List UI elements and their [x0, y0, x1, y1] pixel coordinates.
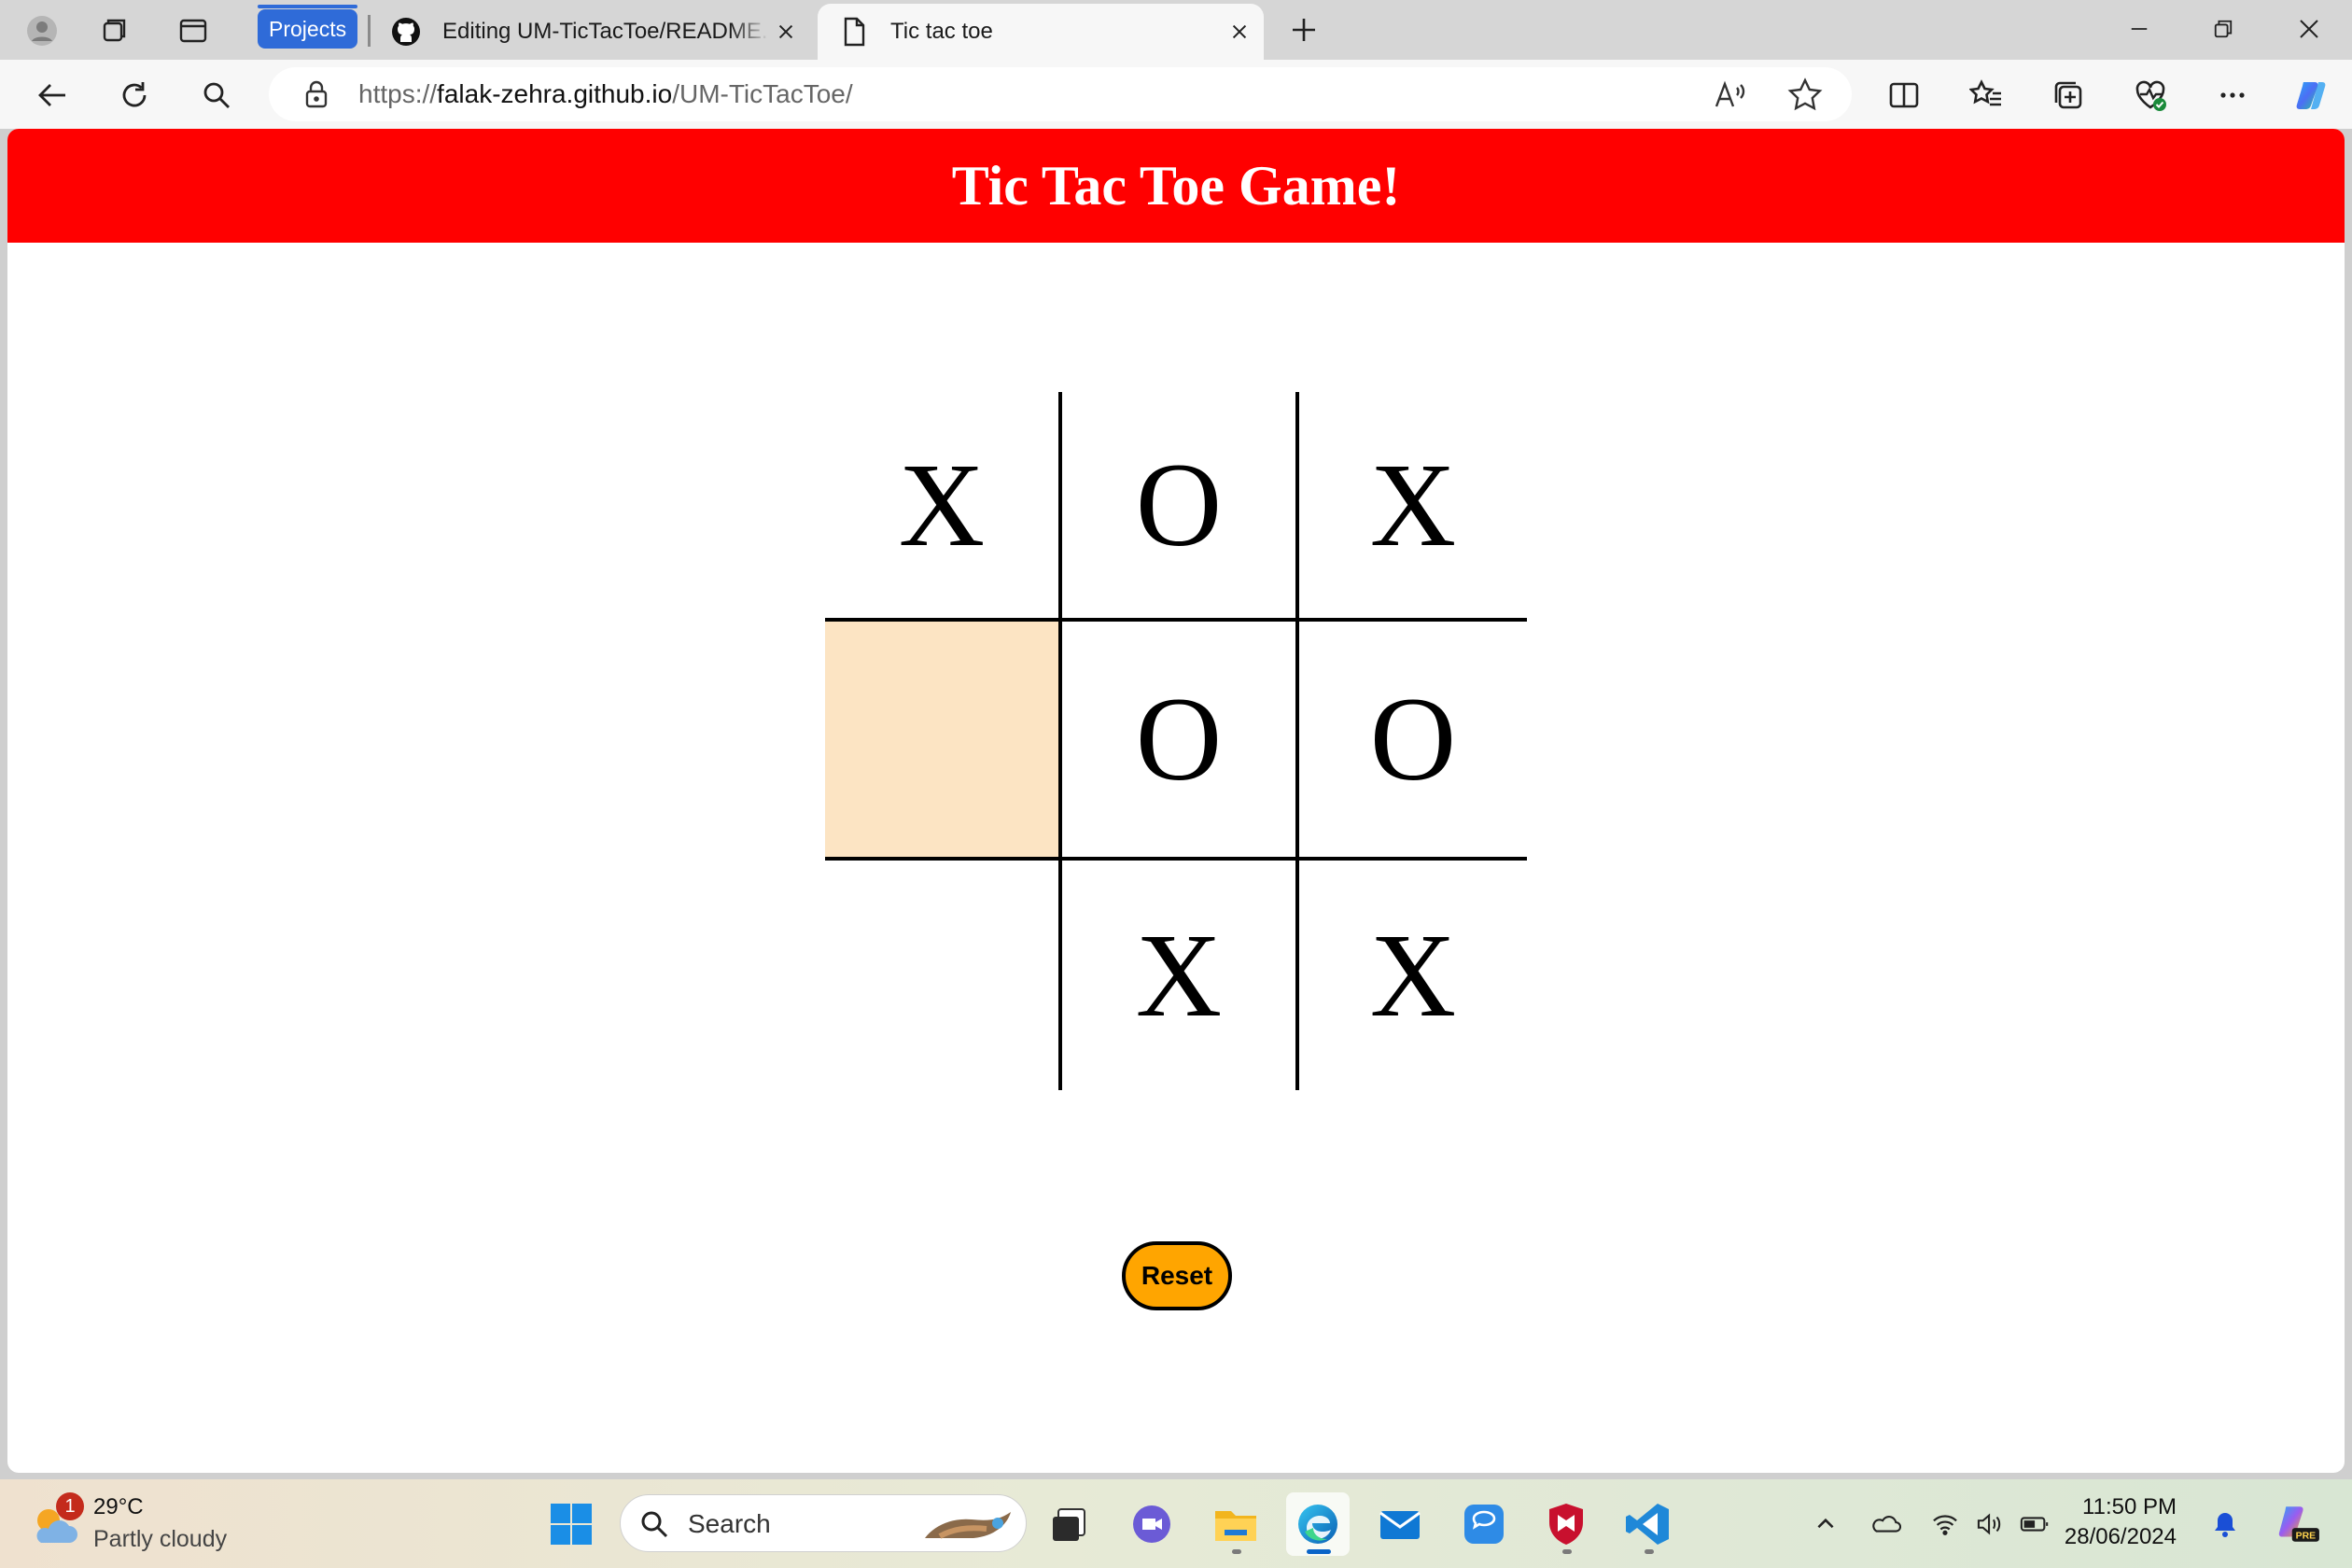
refresh-icon[interactable]: [112, 73, 157, 118]
new-tab-button[interactable]: [1282, 11, 1325, 49]
clock-time: 11:50 PM: [2082, 1494, 2177, 1519]
grid-line: [825, 618, 1527, 622]
grid-line: [1058, 392, 1062, 1090]
browser-essentials-icon[interactable]: [2128, 73, 2173, 118]
profile-icon[interactable]: [21, 9, 63, 52]
running-indicator: [1232, 1549, 1241, 1554]
github-icon: [390, 16, 422, 48]
weather-condition: Partly cloudy: [93, 1526, 228, 1552]
address-bar[interactable]: https://falak-zehra.github.io/UM-TicTacT…: [269, 67, 1852, 121]
url-text[interactable]: https://falak-zehra.github.io/UM-TicTacT…: [358, 67, 853, 121]
read-aloud-icon[interactable]: [1712, 77, 1749, 114]
running-indicator: [1562, 1549, 1572, 1554]
edge-icon[interactable]: [1286, 1492, 1350, 1556]
vertical-tabs-icon[interactable]: [172, 9, 215, 52]
weather-badge: 1: [56, 1492, 84, 1520]
page-icon: [838, 16, 870, 48]
back-icon[interactable]: [30, 73, 75, 118]
task-view-icon[interactable]: [1038, 1492, 1101, 1556]
taskbar: 1 29°C Partly cloudy Search 11:50 PM 28/…: [0, 1478, 2352, 1568]
board-cell-7[interactable]: [825, 861, 1058, 1090]
url-host: falak-zehra.github.io: [437, 79, 673, 108]
page-title: Tic Tac Toe Game!: [951, 154, 1401, 217]
vscode-icon[interactable]: [1617, 1492, 1680, 1556]
grid-line: [1295, 392, 1299, 1090]
workspaces-icon[interactable]: [93, 9, 136, 52]
search-highlight-icon: [925, 1512, 1011, 1539]
search-icon: [641, 1511, 668, 1538]
running-indicator: [1307, 1549, 1331, 1554]
copilot-preview-icon[interactable]: PRE: [2270, 1505, 2326, 1543]
board-cell-2[interactable]: O: [1062, 392, 1295, 618]
close-tab-icon[interactable]: [769, 15, 803, 49]
favorite-star-icon[interactable]: [1786, 77, 1824, 114]
tab-group-projects[interactable]: Projects: [258, 5, 358, 49]
mcafee-icon[interactable]: [1534, 1492, 1598, 1556]
tab-title: Editing UM-TicTacToe/README.md: [442, 19, 769, 44]
svg-text:PRE: PRE: [2296, 1532, 2316, 1542]
restore-icon[interactable]: [2195, 7, 2251, 50]
board-cell-1[interactable]: X: [825, 392, 1058, 618]
clock-date: 28/06/2024: [2064, 1524, 2177, 1549]
board-cell-4[interactable]: [825, 622, 1058, 857]
board-cell-8[interactable]: X: [1062, 861, 1295, 1090]
grid-line: [825, 857, 1527, 861]
notification-bell-icon[interactable]: [2206, 1505, 2244, 1543]
teams-icon[interactable]: [1120, 1492, 1183, 1556]
board-cell-9[interactable]: X: [1299, 861, 1527, 1090]
battery-icon[interactable]: [2016, 1505, 2053, 1543]
tab-title: Tic tac toe: [890, 19, 993, 44]
chat-icon[interactable]: [1452, 1492, 1516, 1556]
search-placeholder: Search: [688, 1509, 771, 1538]
close-tab-icon[interactable]: [1223, 15, 1256, 49]
tab-tic-tac-toe[interactable]: Tic tac toe: [818, 4, 1264, 60]
lock-icon[interactable]: [301, 78, 332, 110]
minimize-icon[interactable]: [2111, 7, 2167, 50]
favorites-icon[interactable]: [1964, 73, 2009, 118]
browser-toolbar: https://falak-zehra.github.io/UM-TicTacT…: [0, 60, 2352, 129]
running-indicator: [1645, 1549, 1654, 1554]
url-path: /UM-TicTacToe/: [672, 79, 853, 108]
board-cell-3[interactable]: X: [1299, 392, 1527, 618]
show-hidden-icons-icon[interactable]: [1807, 1505, 1844, 1543]
close-window-icon[interactable]: [2281, 7, 2337, 50]
mail-icon[interactable]: [1368, 1492, 1432, 1556]
onedrive-icon[interactable]: [1867, 1505, 1904, 1543]
taskbar-search[interactable]: Search: [620, 1494, 1027, 1552]
page-header: Tic Tac Toe Game!: [7, 129, 2345, 243]
search-icon[interactable]: [194, 73, 239, 118]
collections-icon[interactable]: [2046, 73, 2091, 118]
page-viewport: Tic Tac Toe Game! X O X O O X X Reset: [7, 129, 2345, 1473]
tab-separator: [368, 15, 371, 47]
split-screen-icon[interactable]: [1882, 73, 1926, 118]
start-icon[interactable]: [539, 1492, 603, 1556]
tab-strip: Projects Editing UM-TicTacToe/README.md …: [0, 0, 2352, 60]
board-cell-6[interactable]: O: [1299, 622, 1527, 857]
volume-icon[interactable]: [1971, 1505, 2009, 1543]
file-explorer-icon[interactable]: [1204, 1492, 1267, 1556]
system-clock[interactable]: 11:50 PM 28/06/2024: [2050, 1492, 2177, 1552]
reset-button[interactable]: Reset: [1122, 1241, 1232, 1310]
weather-temperature: 29°C: [93, 1494, 144, 1519]
board-cell-5[interactable]: O: [1062, 622, 1295, 857]
url-scheme: https://: [358, 79, 438, 108]
more-options-icon[interactable]: [2210, 73, 2255, 118]
wifi-icon[interactable]: [1926, 1505, 1964, 1543]
copilot-icon[interactable]: [2289, 73, 2333, 118]
game-board: X O X O O X X: [825, 392, 1527, 1090]
tab-editing-readme[interactable]: Editing UM-TicTacToe/README.md: [383, 4, 810, 60]
